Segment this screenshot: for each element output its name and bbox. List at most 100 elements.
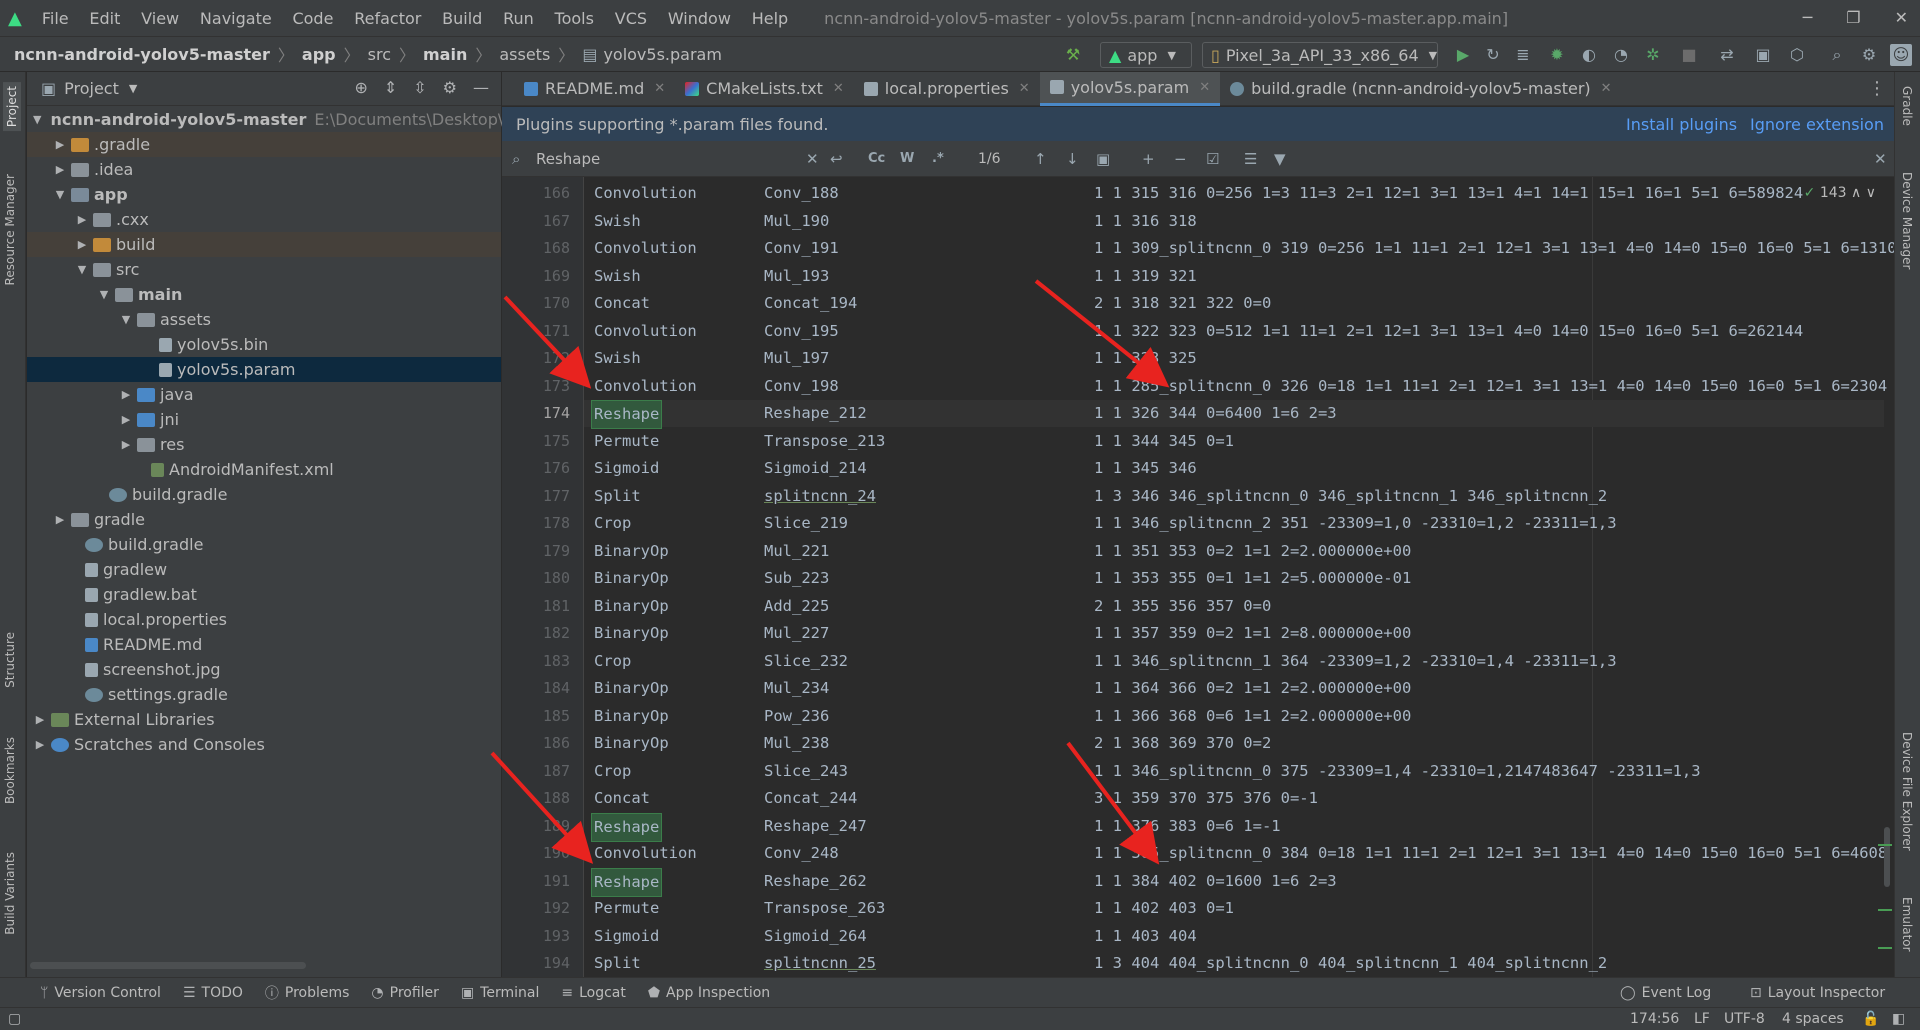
tree-item-gradle[interactable]: ▶ gradle bbox=[27, 507, 501, 532]
tree-item-res[interactable]: ▶ res bbox=[27, 432, 501, 457]
device-manager-icon[interactable]: ▣ bbox=[1752, 44, 1774, 66]
code-line[interactable]: Concat Concat_194 2 1 318 321 322 0=0 bbox=[584, 290, 1884, 317]
code-line[interactable]: Reshape Reshape_212 1 1 326 344 0=6400 1=6… bbox=[584, 400, 1884, 429]
memory-indicator-icon[interactable]: ◧ bbox=[1892, 1011, 1905, 1027]
chevron-right-icon[interactable]: ▶ bbox=[119, 438, 133, 451]
avatar[interactable]: ☺ bbox=[1890, 44, 1912, 66]
breadcrumb-src[interactable]: src bbox=[368, 45, 391, 64]
next-match-icon[interactable]: ↓ bbox=[1066, 150, 1079, 168]
code-line[interactable]: BinaryOp Sub_223 1 1 353 355 0=1 1=1 2=5.0… bbox=[584, 565, 1884, 592]
tab-yolov5s-param[interactable]: yolov5s.param ✕ bbox=[1039, 71, 1221, 106]
todo-tool[interactable]: ☰ TODO bbox=[183, 985, 243, 1001]
tree-item-yolov5s-param[interactable]: yolov5s.param bbox=[27, 357, 501, 382]
debug-icon[interactable]: ✹ bbox=[1546, 44, 1568, 66]
code-line[interactable]: BinaryOp Pow_236 1 1 366 368 0=6 1=1 2=2.0… bbox=[584, 703, 1884, 730]
tree-item-jni[interactable]: ▶ jni bbox=[27, 407, 501, 432]
menu-vcs[interactable]: VCS bbox=[615, 9, 647, 28]
breadcrumb-main[interactable]: main bbox=[423, 45, 467, 64]
find-input[interactable] bbox=[536, 147, 786, 171]
code-line[interactable]: Sigmoid Sigmoid_214 1 1 345 346 bbox=[584, 455, 1884, 482]
code-line[interactable]: Convolution Conv_248 1 1 305_splitncnn_0 3… bbox=[584, 840, 1887, 867]
attach-debugger-icon[interactable]: ✲ bbox=[1642, 44, 1664, 66]
tree-item-root[interactable]: ▼ ncnn-android-yolov5-master E:\Documents\… bbox=[27, 107, 526, 132]
event-log-tool[interactable]: ◯ Event Log bbox=[1620, 985, 1711, 1001]
caret-position[interactable]: 174:56 bbox=[1630, 1011, 1679, 1027]
breadcrumb-project[interactable]: ncnn-android-yolov5-master bbox=[14, 45, 270, 64]
sdk-manager-icon[interactable]: ⬡ bbox=[1786, 44, 1808, 66]
tree-item-build-dir[interactable]: ▶ build bbox=[27, 232, 501, 257]
expand-all-icon[interactable]: ⇕ bbox=[384, 78, 397, 97]
close-icon[interactable]: ✕ bbox=[654, 81, 665, 96]
chevron-down-icon[interactable]: ▼ bbox=[119, 313, 133, 326]
code-line[interactable]: BinaryOp Mul_234 1 1 364 366 0=2 1=1 2=2.0… bbox=[584, 675, 1884, 702]
menu-view[interactable]: View bbox=[141, 9, 179, 28]
gear-icon[interactable]: ⚙ bbox=[1858, 44, 1880, 66]
apply-changes-icon[interactable]: ≣ bbox=[1512, 44, 1534, 66]
menu-file[interactable]: File bbox=[42, 9, 69, 28]
remove-occurrence-icon[interactable]: − bbox=[1174, 150, 1187, 168]
breadcrumb-app[interactable]: app bbox=[302, 45, 336, 64]
filter-icon[interactable]: ▼ bbox=[1274, 150, 1286, 168]
breadcrumb-assets[interactable]: assets bbox=[499, 45, 550, 64]
problems-tool[interactable]: ⓘ Problems bbox=[265, 983, 350, 1003]
close-icon[interactable]: ✕ bbox=[833, 81, 844, 96]
chevron-right-icon[interactable]: ▶ bbox=[33, 738, 47, 751]
restore-icon[interactable]: ❐ bbox=[1846, 8, 1860, 27]
coverage-icon[interactable]: ◐ bbox=[1578, 44, 1600, 66]
add-occurrence-icon[interactable]: + bbox=[1142, 150, 1155, 168]
tree-item-java[interactable]: ▶ java bbox=[27, 382, 501, 407]
code-line[interactable]: Permute Transpose_263 1 1 402 403 0=1 bbox=[584, 895, 1884, 922]
select-all-occurrences-icon[interactable]: ☑ bbox=[1206, 150, 1219, 168]
code-line[interactable]: Reshape Reshape_247 1 1 376 383 0=6 1=-1 bbox=[584, 812, 1884, 842]
app-inspection-tool[interactable]: ⬟ App Inspection bbox=[648, 985, 770, 1001]
chevron-right-icon[interactable]: ▶ bbox=[53, 513, 67, 526]
chevron-down-icon[interactable]: ∨ bbox=[1866, 185, 1876, 201]
menu-code[interactable]: Code bbox=[292, 9, 333, 28]
tree-item-root-build-gradle[interactable]: build.gradle bbox=[27, 532, 501, 557]
tree-item-assets[interactable]: ▼ assets bbox=[27, 307, 501, 332]
code-line[interactable]: Crop Slice_232 1 1 346_splitncnn_1 364 -23… bbox=[584, 648, 1884, 675]
chevron-right-icon[interactable]: ▶ bbox=[53, 138, 67, 151]
tree-item-scratches[interactable]: ▶ Scratches and Consoles bbox=[27, 732, 501, 757]
code-line[interactable]: Permute Transpose_213 1 1 344 345 0=1 bbox=[584, 428, 1884, 455]
tab-readme[interactable]: README.md ✕ bbox=[514, 72, 675, 106]
close-icon[interactable]: ✕ bbox=[1199, 80, 1210, 95]
inspection-widget[interactable]: ✓ 143 ∧ ∨ bbox=[1804, 185, 1876, 201]
whole-words-icon[interactable]: W bbox=[900, 151, 914, 166]
code-line[interactable]: Crop Slice_243 1 1 346_splitncnn_0 375 -23… bbox=[584, 758, 1884, 785]
run-icon[interactable]: ▶ bbox=[1452, 44, 1474, 66]
close-icon[interactable]: ✕ bbox=[1874, 150, 1887, 168]
editor-vertical-scrollbar[interactable] bbox=[1884, 827, 1890, 887]
tree-item-gradlew[interactable]: gradlew bbox=[27, 557, 501, 582]
layout-inspector-tool[interactable]: ⊡ Layout Inspector bbox=[1750, 985, 1885, 1001]
code-line[interactable]: Split splitncnn_24 1 3 346 346_splitncnn_0… bbox=[584, 483, 1884, 510]
chevron-down-icon[interactable]: ▼ bbox=[97, 288, 111, 301]
clear-icon[interactable]: ✕ bbox=[806, 150, 819, 168]
close-icon[interactable]: ✕ bbox=[1019, 81, 1030, 96]
file-encoding[interactable]: UTF-8 bbox=[1724, 1011, 1765, 1027]
code-line[interactable]: Convolution Conv_198 1 1 285_splitncnn_0 3… bbox=[584, 373, 1887, 400]
gear-icon[interactable]: ⚙ bbox=[443, 78, 457, 97]
previous-match-icon[interactable]: ↑ bbox=[1034, 150, 1047, 168]
code-line[interactable]: Swish Mul_193 1 1 319 321 bbox=[584, 263, 1884, 290]
code-line[interactable]: Concat Concat_244 3 1 359 370 375 376 0=-1 bbox=[584, 785, 1884, 812]
chevron-down-icon[interactable]: ▼ bbox=[129, 82, 137, 95]
profiler-tool[interactable]: ◔ Profiler bbox=[371, 985, 439, 1001]
menu-edit[interactable]: Edit bbox=[89, 9, 120, 28]
project-view-selector[interactable]: Project bbox=[64, 79, 119, 98]
chevron-right-icon[interactable]: ▶ bbox=[75, 238, 89, 251]
tree-item-yolov5s-bin[interactable]: yolov5s.bin bbox=[27, 332, 501, 357]
code-line[interactable]: BinaryOp Mul_221 1 1 351 353 0=2 1=1 2=2.0… bbox=[584, 538, 1884, 565]
menu-navigate[interactable]: Navigate bbox=[200, 9, 272, 28]
structure-tool-tab[interactable]: Structure bbox=[3, 632, 17, 688]
hammer-icon[interactable]: ⚒ bbox=[1062, 44, 1084, 66]
history-icon[interactable]: ↩ bbox=[830, 150, 843, 168]
tab-build-gradle[interactable]: build.gradle (ncnn-android-yolov5-master… bbox=[1220, 72, 1621, 106]
more-icon[interactable]: ⋮ bbox=[1868, 78, 1886, 99]
code-line[interactable]: Split splitncnn_25 1 3 404 404_splitncnn_0… bbox=[584, 950, 1884, 977]
close-icon[interactable]: ✕ bbox=[1601, 81, 1612, 96]
gradle-tool-tab[interactable]: Gradle bbox=[1900, 86, 1914, 126]
code-line[interactable]: BinaryOp Mul_238 2 1 368 369 370 0=2 bbox=[584, 730, 1884, 757]
collapse-all-icon[interactable]: ⇳ bbox=[413, 78, 426, 97]
menu-run[interactable]: Run bbox=[503, 9, 534, 28]
